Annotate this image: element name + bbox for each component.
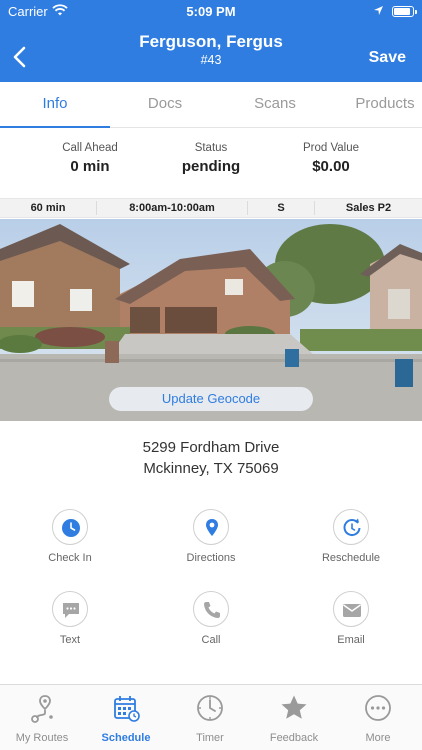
call-ahead-label: Call Ahead xyxy=(62,142,118,154)
tab-label: Schedule xyxy=(101,732,151,744)
duration-cell: 60 min xyxy=(30,202,66,214)
call-ahead-value: 0 min xyxy=(70,158,110,175)
tab-schedule[interactable]: Schedule xyxy=(84,693,168,744)
tab-label: More xyxy=(365,732,391,744)
tab-label: Feedback xyxy=(269,732,319,744)
time-window-cell: 8:00am-10:00am xyxy=(129,202,215,214)
prod-value-label: Prod Value xyxy=(302,142,360,154)
directions-button[interactable]: Directions xyxy=(151,509,271,564)
tab-timer[interactable]: Timer xyxy=(168,693,252,744)
clock-icon xyxy=(62,519,80,537)
address-line-2: Mckinney, TX 75069 xyxy=(143,460,279,477)
status-stat: Status pending xyxy=(141,142,281,175)
mail-icon xyxy=(343,604,361,617)
route-icon xyxy=(31,695,53,723)
reschedule-label: Reschedule xyxy=(321,552,381,564)
reschedule-button[interactable]: Reschedule xyxy=(291,509,411,564)
email-label: Email xyxy=(337,634,365,646)
page-subtitle: #43 xyxy=(200,53,222,67)
appointment-info-row: 60 min 8:00am-10:00am S Sales P2 xyxy=(0,198,422,218)
status-value: pending xyxy=(181,158,241,175)
tab-label: My Routes xyxy=(15,732,69,744)
message-icon xyxy=(63,603,79,618)
status-label: Status xyxy=(194,142,228,154)
update-geocode-button[interactable]: Update Geocode xyxy=(109,387,313,411)
call-label: Call xyxy=(201,634,221,646)
summary-stats: Call Ahead 0 min Status pending Prod Val… xyxy=(0,128,422,198)
prod-value-value: $0.00 xyxy=(312,158,350,175)
check-in-label: Check In xyxy=(48,552,92,564)
sales-rep-cell: Sales P2 xyxy=(345,202,392,214)
phone-icon xyxy=(204,602,220,618)
nav-header: Carrier 5:09 PM Ferguson, Fergus #43 Sav… xyxy=(0,0,422,82)
call-ahead-stat: Call Ahead 0 min xyxy=(20,142,160,175)
clock-time: 5:09 PM xyxy=(186,4,236,19)
location-arrow-icon xyxy=(373,4,384,19)
tab-docs[interactable]: Docs xyxy=(110,82,220,128)
property-photo: Update Geocode xyxy=(0,219,422,421)
call-button[interactable]: Call xyxy=(151,591,271,646)
tab-products[interactable]: Products xyxy=(330,82,422,128)
prod-value-stat: Prod Value $0.00 xyxy=(261,142,401,175)
tab-feedback[interactable]: Feedback xyxy=(252,693,336,744)
tab-my-routes[interactable]: My Routes xyxy=(0,693,84,744)
battery-icon xyxy=(392,6,417,17)
map-pin-icon xyxy=(206,519,218,536)
star-icon xyxy=(281,695,307,719)
tab-info[interactable]: Info xyxy=(0,82,110,128)
page-title: Ferguson, Fergus xyxy=(139,32,283,51)
address-block[interactable]: 5299 Fordham Drive Mckinney, TX 75069 xyxy=(0,437,422,479)
tab-bar: Info Docs Scans Products xyxy=(0,82,422,128)
type-cell: S xyxy=(277,202,285,214)
status-bar: Carrier 5:09 PM xyxy=(0,0,422,22)
save-button[interactable]: Save xyxy=(369,49,406,67)
more-icon xyxy=(365,695,391,721)
tab-more[interactable]: More xyxy=(336,693,420,744)
email-button[interactable]: Email xyxy=(291,591,411,646)
text-button[interactable]: Text xyxy=(10,591,130,646)
directions-label: Directions xyxy=(186,552,236,564)
calendar-icon xyxy=(114,696,140,722)
tab-scans[interactable]: Scans xyxy=(220,82,330,128)
reschedule-icon xyxy=(343,518,361,537)
check-in-button[interactable]: Check In xyxy=(10,509,130,564)
timer-icon xyxy=(197,695,223,721)
bottom-tab-bar: My Routes Schedule Timer Feedback More xyxy=(0,684,422,750)
address-line-1: 5299 Fordham Drive xyxy=(142,439,280,456)
text-label: Text xyxy=(59,634,81,646)
tab-label: Timer xyxy=(196,732,224,744)
